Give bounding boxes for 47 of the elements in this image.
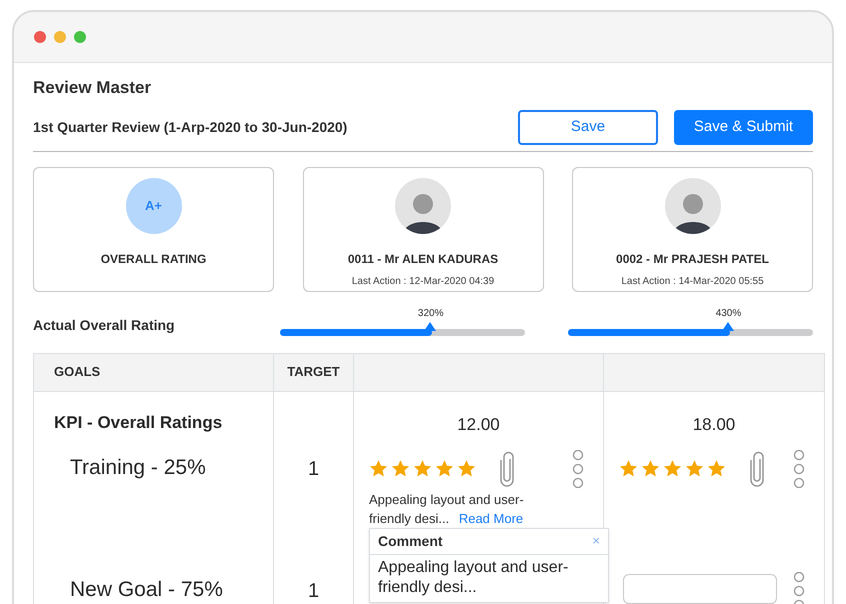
grade-badge: A+ — [126, 178, 182, 234]
last-action: Last Action : 12-Mar-2020 04:39 — [352, 274, 494, 288]
popup-title: Comment — [378, 532, 443, 550]
window-title: Review Master — [33, 77, 152, 99]
column-header: TARGET — [274, 354, 354, 390]
target-value: 1 — [308, 578, 320, 604]
kpi-title: KPI - Overall Ratings — [34, 392, 274, 450]
target-value: 1 — [308, 456, 320, 482]
star-icon — [457, 459, 476, 478]
more-options-icon[interactable] — [572, 450, 584, 488]
star-icon — [391, 459, 410, 478]
paperclip-icon[interactable] — [498, 450, 516, 486]
review-period: 1st Quarter Review (1-Arp-2020 to 30-Jun-2020) — [33, 118, 348, 137]
save-button[interactable]: Save — [518, 110, 658, 144]
comment-input[interactable] — [623, 574, 777, 604]
person-name: 0011 - Mr ALEN KADURAS — [348, 250, 498, 268]
close-button[interactable]: × — [592, 531, 600, 551]
slider-thumb[interactable] — [722, 322, 734, 330]
star-rating[interactable] — [619, 459, 726, 478]
last-action: Last Action : 14-Mar-2020 05:55 — [621, 274, 764, 288]
goal-name: New Goal - 75% — [70, 578, 223, 600]
star-rating[interactable] — [369, 459, 476, 478]
read-more-link[interactable]: Read More — [458, 510, 524, 526]
star-icon — [685, 459, 704, 478]
slider-reading: 430% — [716, 306, 742, 320]
comment-text: Appealing layout and user-friendly desi... — [377, 558, 570, 598]
star-icon — [413, 459, 432, 478]
score: 18.00 — [692, 414, 736, 436]
paperclip-icon[interactable] — [748, 450, 766, 486]
goal-name: Training - 25% — [70, 456, 206, 478]
person-name: 0002 - Mr PRAJESH PATEL — [616, 250, 769, 268]
star-icon — [435, 459, 454, 478]
card-title: OVERALL RATING — [100, 250, 206, 268]
star-icon — [369, 459, 388, 478]
star-icon — [707, 459, 726, 478]
more-options-icon[interactable] — [793, 450, 805, 488]
more-options-icon[interactable] — [793, 572, 805, 604]
star-icon — [663, 459, 682, 478]
overall-rating-label: Actual Overall Rating — [33, 316, 176, 335]
column-header: GOALS — [34, 354, 274, 390]
slider-thumb[interactable] — [424, 322, 436, 330]
slider-reading: 320% — [418, 306, 444, 320]
star-icon — [641, 459, 660, 478]
score: 12.00 — [457, 414, 500, 436]
review-comment: Appealing layout and user-friendly desi... Read More — [369, 490, 525, 528]
save-submit-button[interactable]: Save & Submit — [674, 110, 813, 144]
star-icon — [619, 459, 638, 478]
